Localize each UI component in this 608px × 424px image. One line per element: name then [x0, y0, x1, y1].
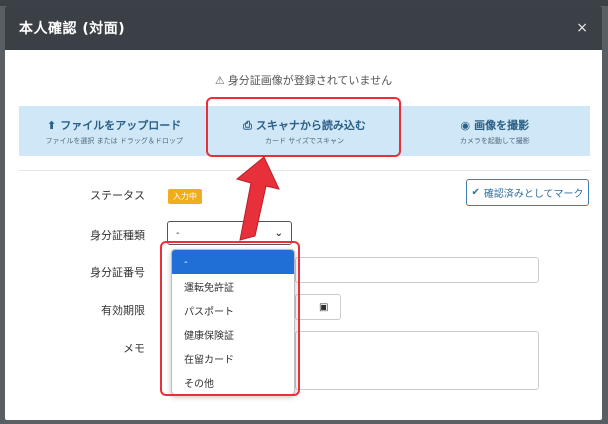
camera-label: 画像を撮影: [474, 118, 530, 132]
id-verification-modal: 本人確認 (対面) × ⚠ 身分証画像が登録されていません ⬆ ファイルをアップロー…: [5, 6, 602, 420]
check-circle-icon: ✔: [471, 187, 480, 198]
expiry-date-input[interactable]: [295, 294, 341, 320]
memo-label: メモ: [123, 342, 145, 355]
camera-sublabel: カメラを起動して撮影: [459, 136, 530, 145]
upload-file-sublabel: ファイルを選択 または ドラッグ＆ドロップ: [45, 136, 183, 145]
camera-icon: ◉: [460, 118, 471, 132]
camera-button[interactable]: ◉ 画像を撮影 カメラを起動して撮影: [400, 106, 590, 156]
chevron-down-icon: ⌄: [274, 227, 283, 239]
status-badge: 入力中: [168, 189, 202, 204]
id-number-label: 身分証番号: [90, 266, 145, 279]
dropdown-highlight-box: [160, 241, 300, 396]
close-icon[interactable]: ×: [576, 20, 588, 36]
status-label: ステータス: [90, 189, 145, 202]
id-number-input[interactable]: [295, 257, 539, 283]
memo-textarea[interactable]: [295, 331, 539, 390]
upload-file-button[interactable]: ⬆ ファイルをアップロード ファイルを選択 または ドラッグ＆ドロップ: [19, 106, 209, 156]
expiry-label: 有効期限: [101, 304, 145, 317]
upload-icon: ⬆: [47, 118, 57, 132]
no-image-notice: ⚠ 身分証画像が登録されていません: [5, 72, 602, 88]
id-type-selected-value: -: [176, 227, 180, 239]
mark-verified-button[interactable]: ✔ 確認済みとしてマーク: [466, 179, 589, 206]
upload-file-label: ファイルをアップロード: [60, 118, 182, 132]
scan-highlight-box: [206, 97, 401, 157]
warning-icon: ⚠: [214, 74, 225, 87]
calendar-icon[interactable]: ▣: [319, 302, 328, 313]
section-divider: [19, 170, 590, 171]
modal-title: 本人確認 (対面): [19, 21, 126, 37]
id-type-label: 身分証種類: [90, 229, 145, 242]
notice-text: 身分証画像が登録されていません: [227, 74, 393, 87]
modal-header: 本人確認 (対面) ×: [5, 6, 602, 50]
mark-verified-label: 確認済みとしてマーク: [483, 189, 584, 200]
